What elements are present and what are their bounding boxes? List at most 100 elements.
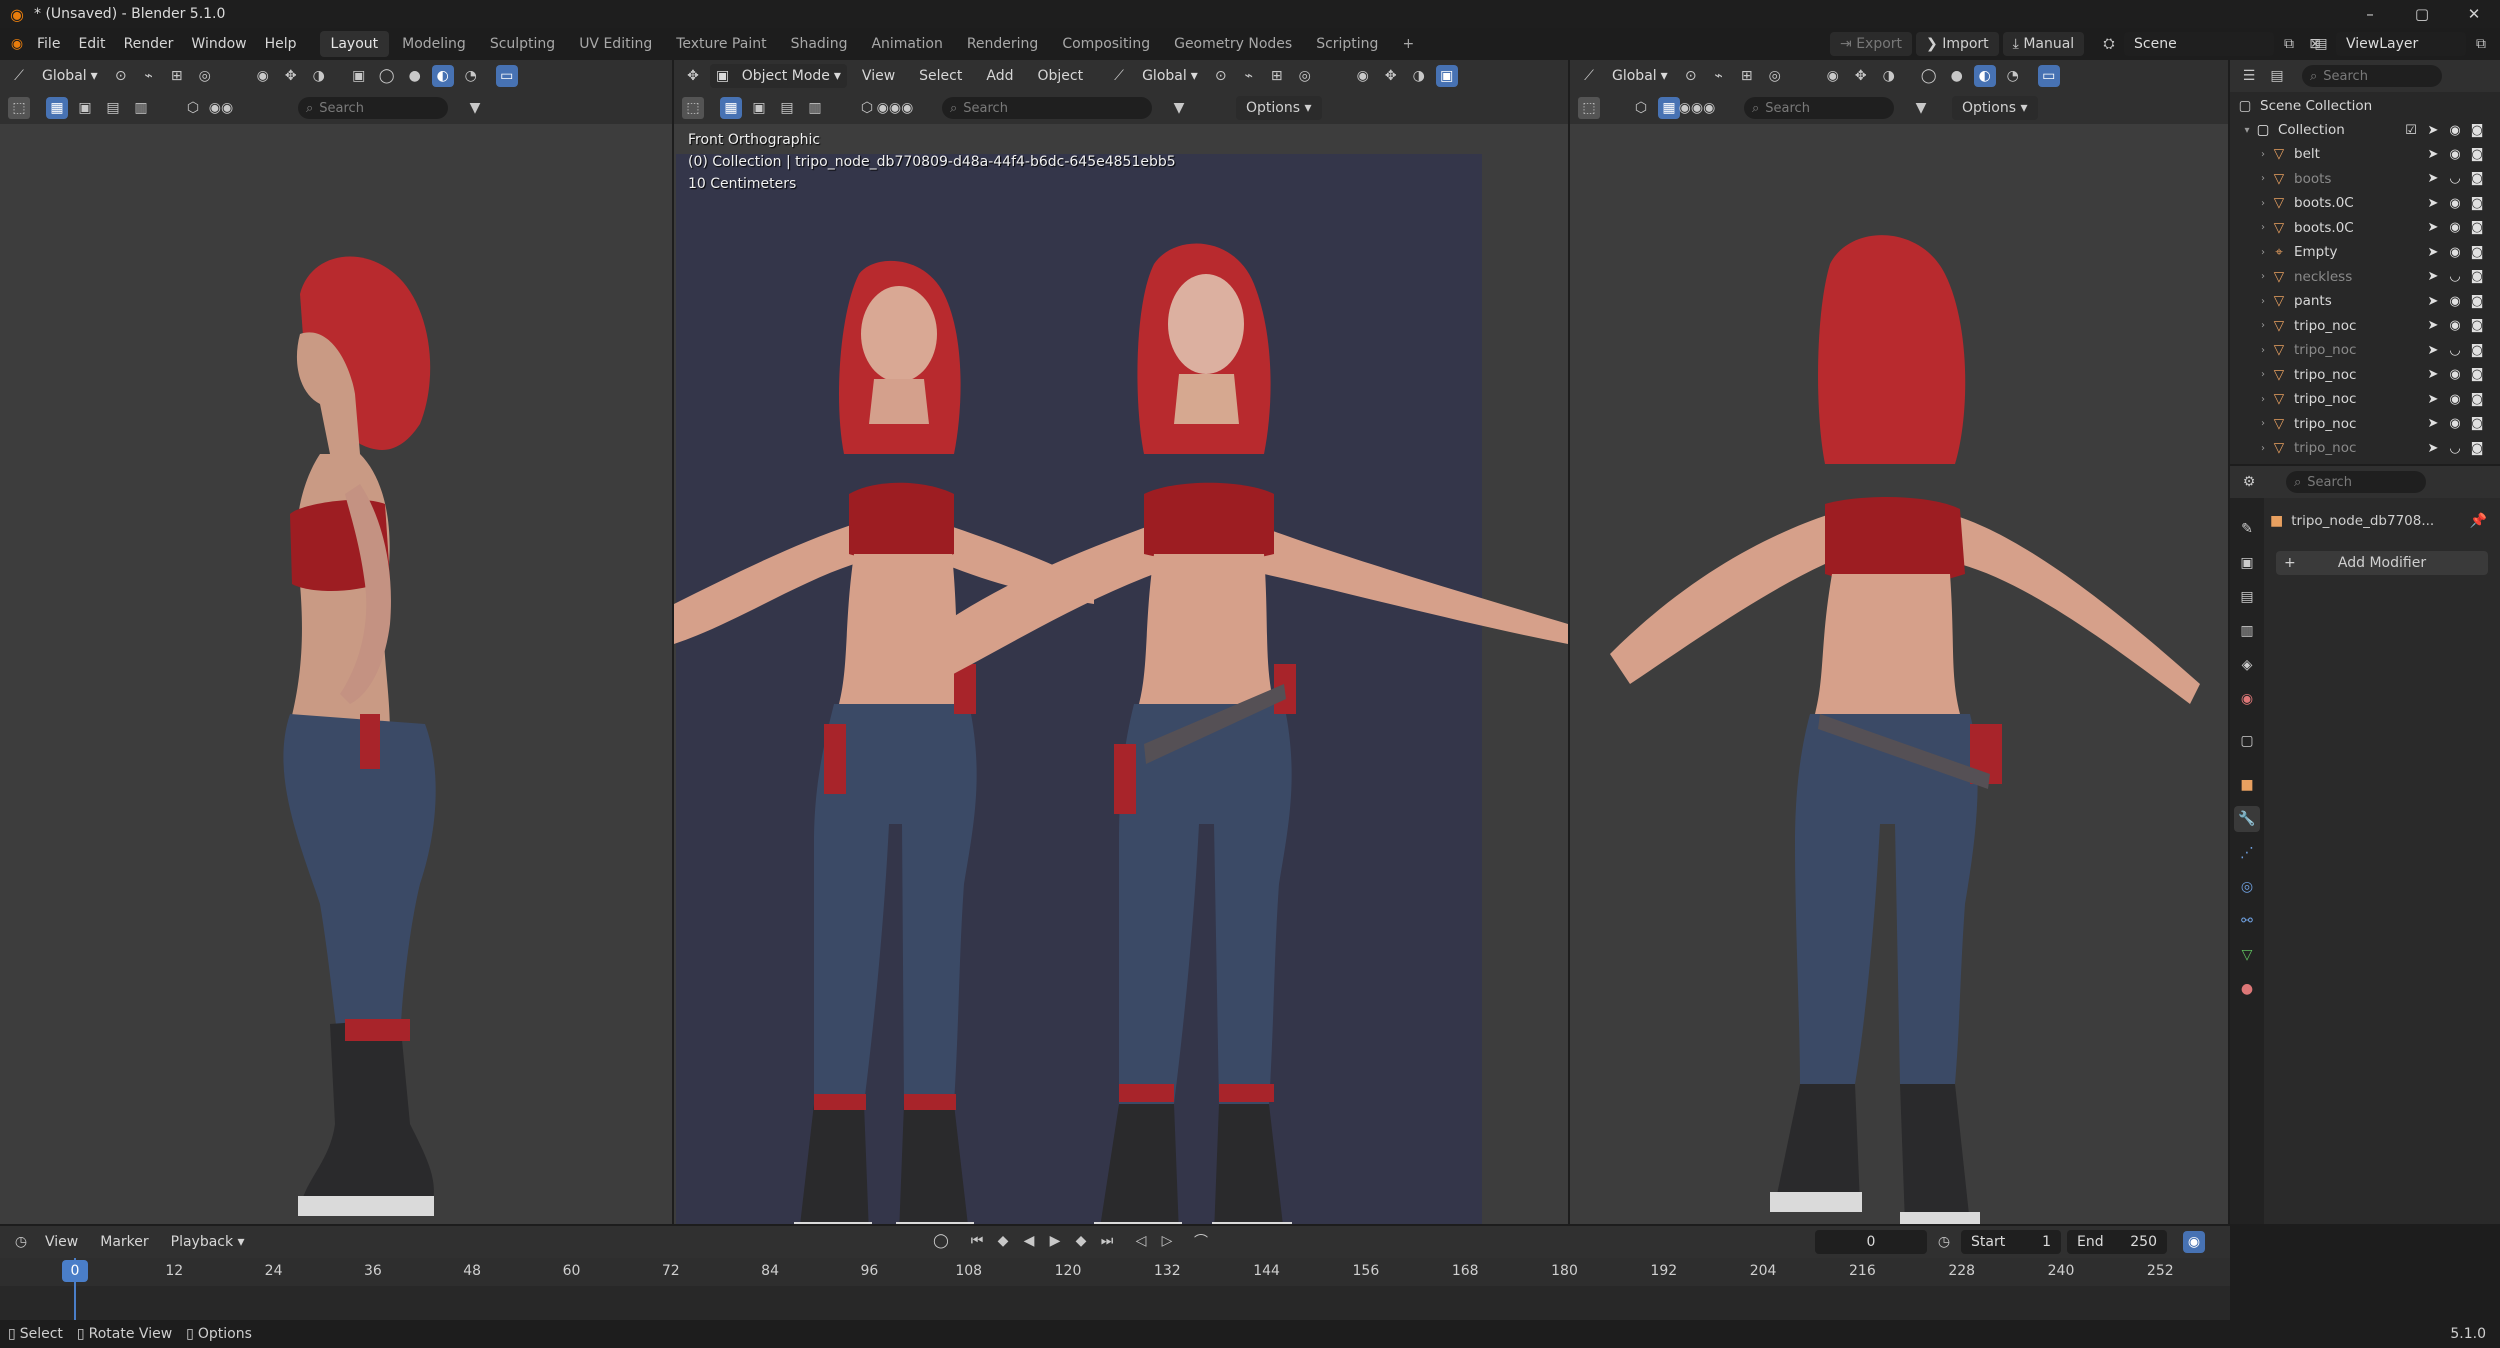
- mode-select[interactable]: ▣ Object Mode ▾: [710, 64, 847, 88]
- pivot-icon[interactable]: ⊙: [1680, 65, 1702, 87]
- shading-material-icon[interactable]: ◐: [431, 65, 454, 87]
- editor-type-icon[interactable]: ⚙: [2238, 471, 2260, 493]
- select-arrow-icon[interactable]: ➤: [2424, 245, 2442, 260]
- eye-icon[interactable]: ◉: [2446, 392, 2464, 407]
- options-button[interactable]: Options ▾: [1952, 96, 2038, 120]
- menu-window[interactable]: Window: [182, 28, 255, 60]
- options-button[interactable]: Options ▾: [1236, 96, 1322, 120]
- eye-icon[interactable]: ◉: [2446, 123, 2464, 138]
- camera-icon[interactable]: ◙: [2468, 245, 2486, 260]
- data-tab-icon[interactable]: ▽: [2234, 942, 2260, 968]
- camera-icon[interactable]: ◙: [2468, 343, 2486, 358]
- timeline-editor-icon[interactable]: ◷: [10, 1231, 32, 1253]
- tab-shading[interactable]: Shading: [780, 31, 859, 57]
- snap-target-icon[interactable]: ⊞: [1736, 65, 1758, 87]
- chevron-right-icon[interactable]: ›: [2256, 345, 2270, 356]
- camera-icon[interactable]: ◙: [2468, 441, 2486, 456]
- manual-button[interactable]: ⤓ Manual: [2002, 32, 2085, 56]
- chevron-right-icon[interactable]: ›: [2256, 173, 2270, 184]
- chevron-right-icon[interactable]: ›: [2256, 369, 2270, 380]
- scene-field[interactable]: Scene: [2124, 32, 2274, 56]
- menu-select[interactable]: Select: [910, 64, 971, 88]
- snap-icon[interactable]: ⌁: [138, 65, 160, 87]
- shading-solid-icon[interactable]: ●: [404, 65, 426, 87]
- jump-keyframe-next-icon[interactable]: ◆: [1070, 1230, 1092, 1252]
- outliner-item[interactable]: › ▽ boots.0C ➤ ◉ ◙: [2230, 191, 2490, 215]
- filter-object-types-icon[interactable]: ⬡: [856, 97, 878, 119]
- eye-icon[interactable]: ◉: [2446, 147, 2464, 162]
- shading-rendered-icon[interactable]: ◔: [460, 65, 482, 87]
- jump-end-icon[interactable]: ⏭: [1096, 1230, 1118, 1252]
- shading-solid-icon[interactable]: ●: [1946, 65, 1968, 87]
- eye-icon[interactable]: ◉: [2446, 367, 2464, 382]
- camera-icon[interactable]: ◙: [2468, 147, 2486, 162]
- timeline[interactable]: ◷ View Marker Playback ▾ ◯ ⏮ ◆ ◀ ▶ ◆ ⏭ ◁…: [0, 1226, 2230, 1320]
- tab-rendering[interactable]: Rendering: [956, 31, 1050, 57]
- tab-uv-editing[interactable]: UV Editing: [568, 31, 663, 57]
- transform-orientation-icon[interactable]: ⟋: [8, 65, 30, 87]
- add-modifier-button[interactable]: + Add Modifier: [2276, 551, 2488, 575]
- chevron-right-icon[interactable]: ›: [2256, 320, 2270, 331]
- scene-tab-icon[interactable]: ◈: [2234, 652, 2260, 678]
- collection-tab-icon[interactable]: ▢: [2234, 728, 2260, 754]
- view-layer-tab-icon[interactable]: ▥: [2234, 618, 2260, 644]
- visibility-icon[interactable]: ◉: [1822, 65, 1844, 87]
- add-workspace-icon[interactable]: +: [1391, 31, 1425, 57]
- chevron-right-icon[interactable]: ›: [2256, 247, 2270, 258]
- maximize-button[interactable]: ▢: [2396, 0, 2448, 28]
- outliner-item[interactable]: › ▽ tripo_noc ➤ ◡ ◙: [2230, 436, 2490, 460]
- chevron-right-icon[interactable]: ›: [2256, 198, 2270, 209]
- filter-icon[interactable]: ▼: [1168, 97, 1190, 119]
- filter-object-types-icon[interactable]: ⬡: [1630, 97, 1652, 119]
- outliner-item[interactable]: › ▽ boots ➤ ◡ ◙: [2230, 167, 2490, 191]
- camera-view-icon[interactable]: ▭: [495, 65, 518, 87]
- editor-type-icon[interactable]: ☰: [2238, 65, 2260, 87]
- jump-keyframe-back-icon[interactable]: ◆: [992, 1230, 1014, 1252]
- eye-icon[interactable]: ◡: [2446, 441, 2464, 456]
- tab-animation[interactable]: Animation: [860, 31, 953, 57]
- snap-icon[interactable]: ⌁: [1708, 65, 1730, 87]
- material-tab-icon[interactable]: ●: [2234, 976, 2260, 1002]
- select-arrow-icon[interactable]: ➤: [2424, 416, 2442, 431]
- eye-icon[interactable]: ◡: [2446, 343, 2464, 358]
- viewport-center-search[interactable]: ⌕ Search: [942, 97, 1152, 119]
- camera-view-icon[interactable]: ▭: [2037, 65, 2060, 87]
- orientation-select[interactable]: Global ▾: [1606, 64, 1674, 88]
- particles-tab-icon[interactable]: ⋰: [2234, 840, 2260, 866]
- select-arrow-icon[interactable]: ➤: [2424, 123, 2442, 138]
- export-button[interactable]: ⇥ Export: [1830, 32, 1913, 56]
- current-frame-field[interactable]: 0: [1815, 1230, 1927, 1254]
- chevron-right-icon[interactable]: ›: [2256, 418, 2270, 429]
- viewport-left[interactable]: ⟋ Global ▾ ⊙ ⌁ ⊞ ◎ ◉ ✥ ◑ ▣ ◯ ● ◐ ◔ ▭ ⬚ ▦…: [0, 60, 672, 1224]
- properties-editor[interactable]: ⚙ ⌕ Search ✎ ▣ ▤ ▥ ◈ ◉ ▢ ■ 🔧 ⋰ ◎ ⚯ ▽ ● ■ …: [2230, 466, 2500, 1224]
- display-mode-icon[interactable]: ▤: [2266, 65, 2288, 87]
- overlay-icon[interactable]: ◑: [1878, 65, 1900, 87]
- chevron-right-icon[interactable]: ›: [2256, 443, 2270, 454]
- eye-icon[interactable]: ◉: [2446, 416, 2464, 431]
- eye-icon[interactable]: ◉: [2446, 196, 2464, 211]
- physics-tab-icon[interactable]: ◎: [2234, 874, 2260, 900]
- chevron-right-icon[interactable]: ›: [2256, 296, 2270, 307]
- select-invert-icon[interactable]: ▥: [804, 97, 826, 119]
- eye-icon[interactable]: ◡: [2446, 171, 2464, 186]
- select-invert-icon[interactable]: ▥: [130, 97, 152, 119]
- outliner[interactable]: ☰ ▤ ⌕ Search ▢ Scene Collection ▾ ▢ Colle…: [2230, 60, 2500, 464]
- overlay-icon[interactable]: ◑: [1408, 65, 1430, 87]
- menu-file[interactable]: File: [28, 28, 69, 60]
- snap-icon[interactable]: ⌁: [1238, 65, 1260, 87]
- viewport-right[interactable]: ⟋ Global ▾ ⊙ ⌁ ⊞ ◎ ◉ ✥ ◑ ◯ ● ◐ ◔ ▭ ⬚ ⬡ ▦…: [1570, 60, 2228, 1224]
- menu-add[interactable]: Add: [977, 64, 1022, 88]
- properties-search[interactable]: ⌕ Search: [2286, 471, 2426, 493]
- visibility-icon[interactable]: ◉: [252, 65, 274, 87]
- tab-modeling[interactable]: Modeling: [391, 31, 477, 57]
- select-arrow-icon[interactable]: ➤: [2424, 318, 2442, 333]
- select-arrow-icon[interactable]: ➤: [2424, 441, 2442, 456]
- viewport-left-search[interactable]: ⌕ Search: [298, 97, 448, 119]
- select-arrow-icon[interactable]: ➤: [2424, 171, 2442, 186]
- outliner-item[interactable]: › ▽ tripo_noc ➤ ◉ ◙: [2230, 412, 2490, 436]
- camera-icon[interactable]: ◙: [2468, 171, 2486, 186]
- outliner-item[interactable]: › ▽ tripo_noc ➤ ◉ ◙: [2230, 314, 2490, 338]
- chevron-right-icon[interactable]: ›: [2256, 394, 2270, 405]
- gizmo-icon[interactable]: ✥: [1380, 65, 1402, 87]
- xray-icon[interactable]: ▣: [1435, 65, 1458, 87]
